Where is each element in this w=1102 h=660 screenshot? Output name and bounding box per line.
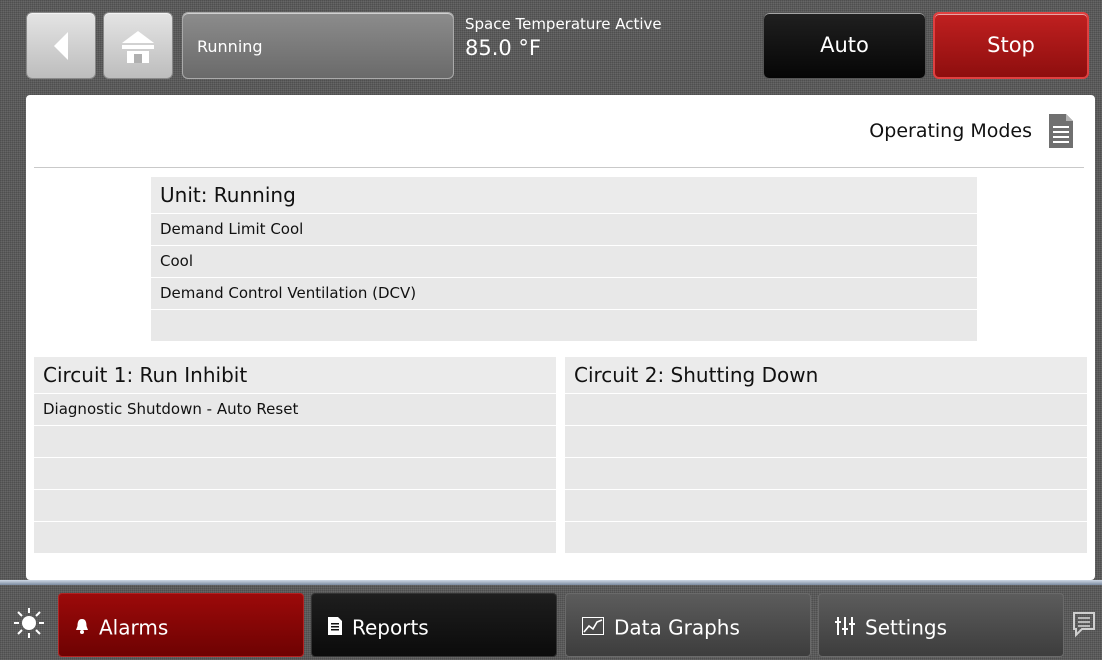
list-item: Demand Limit Cool — [151, 214, 977, 246]
report-icon — [328, 616, 342, 635]
bell-icon — [76, 618, 88, 634]
circuit-2-heading: Circuit 2: Shutting Down — [565, 357, 1087, 394]
list-item — [34, 522, 556, 554]
stop-button[interactable]: Stop — [933, 12, 1089, 79]
back-arrow-icon — [54, 31, 68, 60]
unit-mode-list: Unit: Running Demand Limit Cool Cool Dem… — [151, 177, 977, 342]
page-title: Operating Modes — [869, 120, 1032, 142]
data-graphs-button[interactable]: Data Graphs — [565, 593, 811, 657]
sliders-icon — [835, 616, 855, 635]
unit-mode-heading: Unit: Running — [151, 177, 977, 214]
settings-label: Settings — [865, 615, 948, 640]
list-item — [151, 310, 977, 342]
list-item — [34, 490, 556, 522]
home-button[interactable] — [103, 12, 173, 79]
auto-button[interactable]: Auto — [763, 12, 926, 79]
chat-icon[interactable] — [1071, 610, 1097, 640]
list-item — [565, 458, 1087, 490]
bottom-nav-bar: Alarms Reports Data Graphs Settings — [0, 580, 1102, 660]
list-item — [34, 426, 556, 458]
list-item — [565, 394, 1087, 426]
list-item: Cool — [151, 246, 977, 278]
space-temperature-label: Space Temperature Active — [465, 15, 662, 33]
unit-status-field[interactable]: Running — [182, 12, 454, 79]
list-item: Demand Control Ventilation (DCV) — [151, 278, 977, 310]
home-icon — [122, 30, 154, 63]
circuit-1-mode-list: Circuit 1: Run Inhibit Diagnostic Shutdo… — [34, 357, 556, 554]
alarms-button[interactable]: Alarms — [58, 593, 304, 657]
reports-button[interactable]: Reports — [311, 593, 557, 657]
sun-icon[interactable] — [14, 608, 44, 638]
list-item — [565, 522, 1087, 554]
circuit-1-heading: Circuit 1: Run Inhibit — [34, 357, 556, 394]
list-item: Diagnostic Shutdown - Auto Reset — [34, 394, 556, 426]
alarms-label: Alarms — [99, 615, 169, 640]
back-button[interactable] — [26, 12, 96, 79]
reports-label: Reports — [352, 615, 429, 640]
settings-button[interactable]: Settings — [818, 593, 1064, 657]
panel-header: Operating Modes — [34, 105, 1084, 168]
graph-icon — [582, 616, 604, 635]
divider — [0, 580, 1102, 585]
data-graphs-label: Data Graphs — [614, 615, 740, 640]
list-item — [565, 490, 1087, 522]
space-temperature-value: 85.0 °F — [465, 36, 542, 60]
operating-modes-panel: Operating Modes Unit: Running Demand Lim… — [26, 95, 1095, 580]
circuit-2-mode-list: Circuit 2: Shutting Down — [565, 357, 1087, 554]
list-item — [34, 458, 556, 490]
top-bar: Running Space Temperature Active 85.0 °F… — [0, 0, 1102, 92]
document-icon[interactable] — [1048, 113, 1074, 149]
space-temperature-readout[interactable]: Space Temperature Active 85.0 °F — [465, 14, 662, 62]
list-item — [565, 426, 1087, 458]
